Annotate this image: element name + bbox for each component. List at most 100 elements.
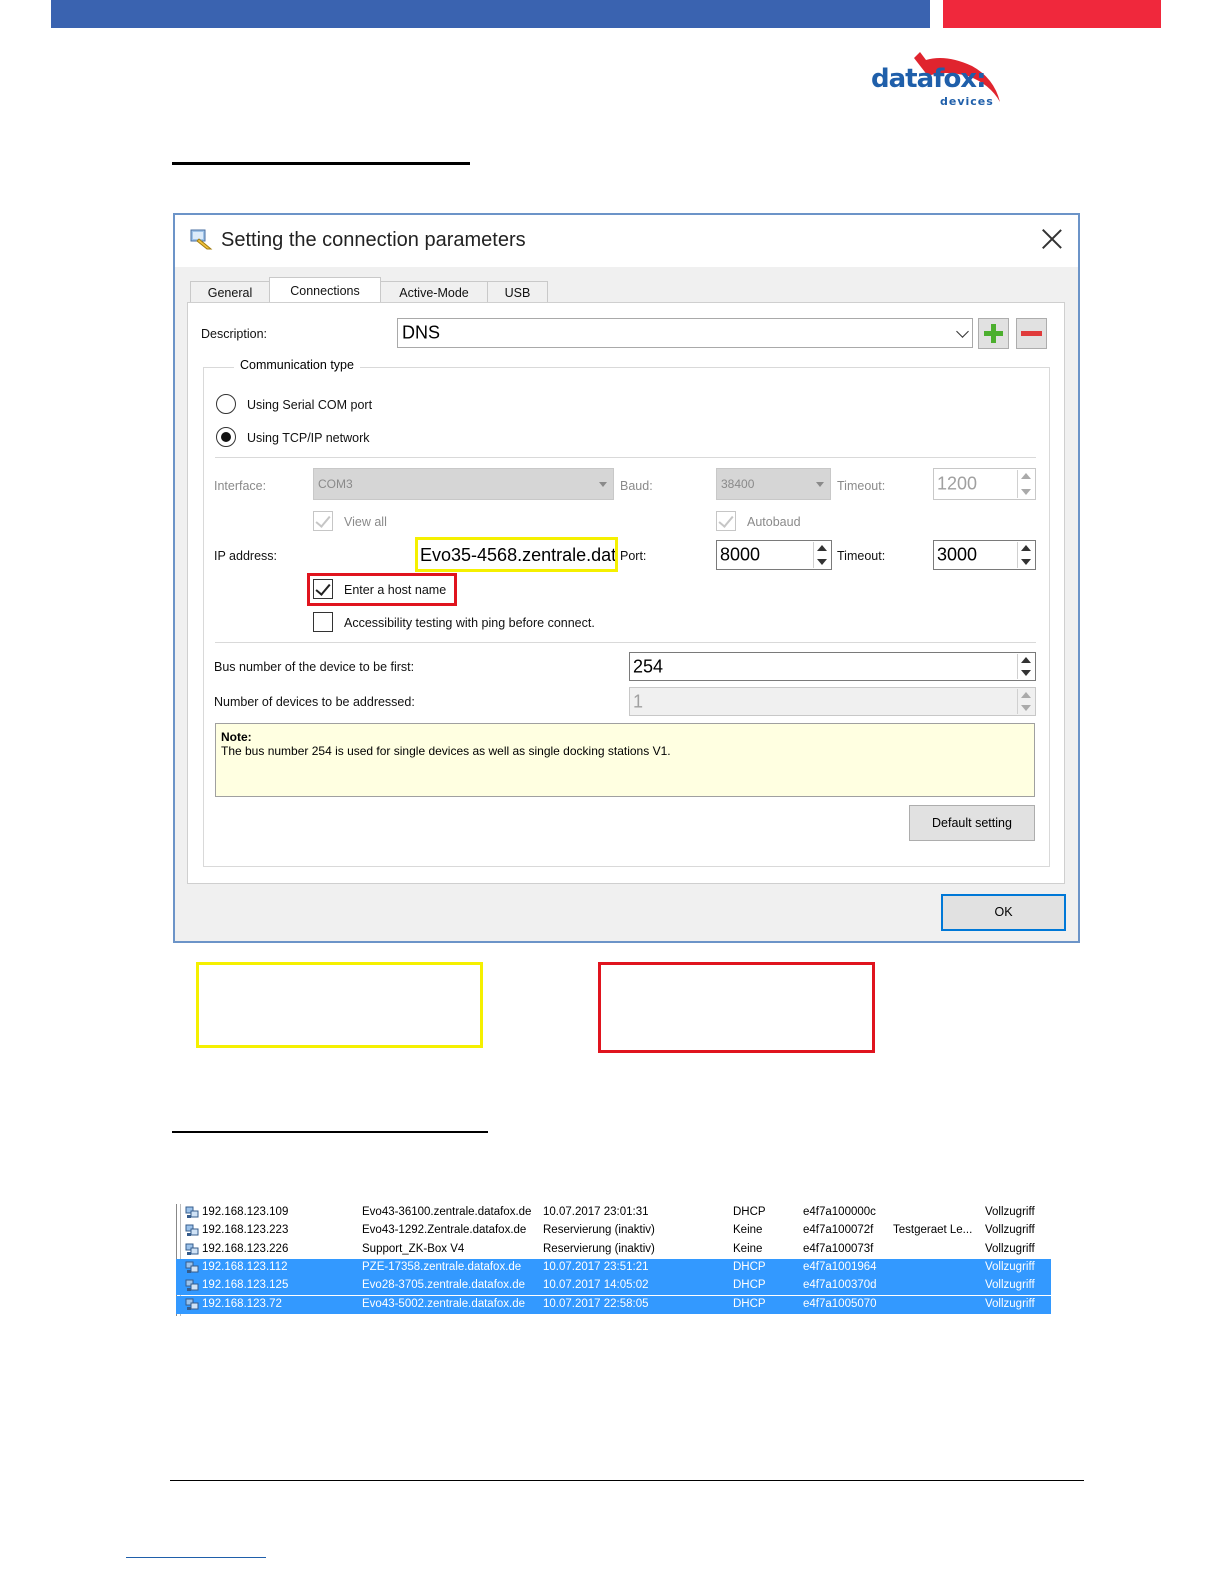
table-cell-lease: 10.07.2017 23:51:21 [543, 1260, 649, 1273]
datafox-logo: datafox: devices [868, 50, 1008, 112]
table-cell-desc: Testgeraet Le... [893, 1224, 973, 1237]
network-computer-icon [185, 1298, 199, 1310]
view-all-label: View all [344, 515, 387, 529]
spinner-arrows-icon[interactable] [813, 542, 830, 568]
dhcp-lease-table: 192.168.123.109 Evo43-36100.zentrale.data… [176, 1204, 1051, 1316]
table-cell-ip: 192.168.123.112 [202, 1260, 288, 1273]
table-cell-ip: 192.168.123.223 [202, 1224, 289, 1237]
communication-type-legend: Communication type [234, 358, 360, 372]
heading-underline [172, 162, 470, 165]
baud-value: 38400 [721, 477, 755, 491]
footer-link-underline [126, 1557, 266, 1558]
table-cell-name: Support_ZK-Box V4 [362, 1242, 465, 1255]
description-value: DNS [402, 322, 441, 343]
view-all-checkbox[interactable] [313, 511, 333, 531]
remove-connection-button[interactable] [1016, 318, 1047, 349]
table-cell-ip: 192.168.123.109 [202, 1206, 289, 1218]
table-cell-access: Vollzugriff [985, 1279, 1035, 1292]
tab-active-mode[interactable]: Active-Mode [380, 281, 488, 303]
table-cell-type: DHCP [733, 1260, 766, 1273]
autobaud-checkbox[interactable] [716, 511, 736, 531]
separator [215, 642, 1036, 643]
table-cell-id: e4f7a100370d [803, 1279, 877, 1292]
dialog-title: Setting the connection parameters [221, 229, 526, 251]
tab-usb[interactable]: USB [487, 281, 548, 303]
spinner-arrows-icon[interactable] [1017, 542, 1034, 568]
num-devices-value: 1 [633, 691, 644, 711]
table-row[interactable]: 192.168.123.109 Evo43-36100.zentrale.data… [176, 1204, 1051, 1222]
table-cell-id: e4f7a100073f [803, 1242, 874, 1255]
chevron-down-icon [956, 325, 969, 338]
close-icon[interactable] [1041, 228, 1063, 250]
serial-radio[interactable] [216, 394, 236, 414]
description-select[interactable]: DNS [397, 318, 973, 348]
table-cell-access: Vollzugriff [985, 1242, 1035, 1255]
network-computer-icon [185, 1206, 199, 1218]
description-label: Description: [201, 327, 267, 341]
network-computer-icon [185, 1224, 199, 1237]
table-row[interactable]: 192.168.123.226 Support_ZK-Box V4 Reservie… [176, 1241, 1051, 1259]
header-bar-red [943, 0, 1161, 28]
table-cell-ip: 192.168.123.125 [202, 1279, 289, 1292]
table-cell-type: Keine [733, 1224, 763, 1237]
spinner-arrows-icon[interactable] [1017, 654, 1034, 679]
port-spinner[interactable]: 8000 [716, 540, 832, 570]
minus-icon [1021, 331, 1042, 336]
table-cell-lease: 10.07.2017 14:05:02 [543, 1279, 649, 1292]
table-cell-type: Keine [733, 1242, 763, 1255]
serial-timeout-spinner[interactable]: 1200 [933, 468, 1036, 500]
serial-timeout-label: Timeout: [837, 479, 886, 493]
port-value: 8000 [720, 544, 761, 565]
tcp-radio-label: Using TCP/IP network [247, 431, 370, 445]
footer-rule [170, 1480, 1084, 1481]
table-cell-id: e4f7a1001964 [803, 1260, 877, 1273]
table-cell-access: Vollzugriff [985, 1206, 1035, 1218]
baud-select[interactable]: 38400 [716, 468, 831, 500]
tab-connections[interactable]: Connections [269, 277, 381, 304]
connections-panel: Description: DNS Communication type Usin… [187, 302, 1065, 884]
interface-value: COM3 [318, 477, 353, 491]
host-name-checkbox[interactable] [313, 579, 333, 599]
table-row[interactable]: 192.168.123.125 Evo28-3705.zentrale.dataf… [176, 1277, 1051, 1296]
ping-checkbox[interactable] [313, 612, 333, 632]
table-cell-access: Vollzugriff [985, 1297, 1035, 1310]
table-cell-lease: 10.07.2017 22:58:05 [543, 1297, 649, 1310]
table-cell-lease: 10.07.2017 23:01:31 [543, 1206, 649, 1218]
interface-select[interactable]: COM3 [313, 468, 614, 500]
table-cell-access: Vollzugriff [985, 1224, 1035, 1237]
table-row[interactable]: 192.168.123.112 PZE-17358.zentrale.datafo… [176, 1258, 1051, 1277]
note-box: Note: The bus number 254 is used for sin… [215, 723, 1035, 797]
table-cell-lease: Reservierung (inaktiv) [543, 1242, 655, 1255]
ok-button[interactable]: OK [941, 894, 1066, 931]
port-label: Port: [620, 549, 647, 563]
bus-first-spinner[interactable]: 254 [629, 652, 1036, 681]
header-bar-blue [51, 0, 930, 28]
table-cell-name: Evo43-36100.zentrale.datafox.de [362, 1206, 532, 1218]
num-devices-spinner[interactable]: 1 [629, 687, 1036, 716]
tab-general[interactable]: General [190, 281, 270, 303]
network-computer-icon [185, 1243, 199, 1255]
table-cell-type: DHCP [733, 1206, 766, 1218]
separator [215, 457, 1036, 458]
connection-dialog: Setting the connection parameters Genera… [173, 213, 1080, 943]
add-connection-button[interactable] [978, 318, 1009, 349]
table-cell-type: DHCP [733, 1279, 766, 1292]
tcp-timeout-value: 3000 [937, 544, 978, 565]
ip-address-input[interactable]: Evo35-4568.zentrale.dat [415, 537, 618, 572]
table-cell-type: DHCP [733, 1297, 766, 1310]
tcp-radio[interactable] [216, 427, 236, 447]
ip-address-label: IP address: [214, 549, 278, 563]
serial-radio-label: Using Serial COM port [247, 398, 373, 412]
table-cell-name: Evo43-5002.zentrale.datafox.de [362, 1297, 526, 1310]
table-row[interactable]: 192.168.123.72 Evo43-5002.zentrale.datafo… [176, 1295, 1051, 1314]
ip-address-value: Evo35-4568.zentrale.dat [420, 545, 617, 565]
table-cell-name: Evo43-1292.Zentrale.datafox.de [362, 1224, 527, 1237]
table-cell-id: e4f7a100000c [803, 1206, 876, 1218]
spinner-arrows-icon[interactable] [1017, 470, 1034, 498]
default-setting-button[interactable]: Default setting [909, 805, 1035, 841]
num-devices-label: Number of devices to be addressed: [214, 695, 415, 709]
table-row[interactable]: 192.168.123.223 Evo43-1292.Zentrale.dataf… [176, 1222, 1051, 1240]
spinner-arrows-icon[interactable] [1017, 689, 1034, 714]
interface-label: Interface: [214, 479, 267, 493]
tcp-timeout-spinner[interactable]: 3000 [933, 540, 1036, 570]
